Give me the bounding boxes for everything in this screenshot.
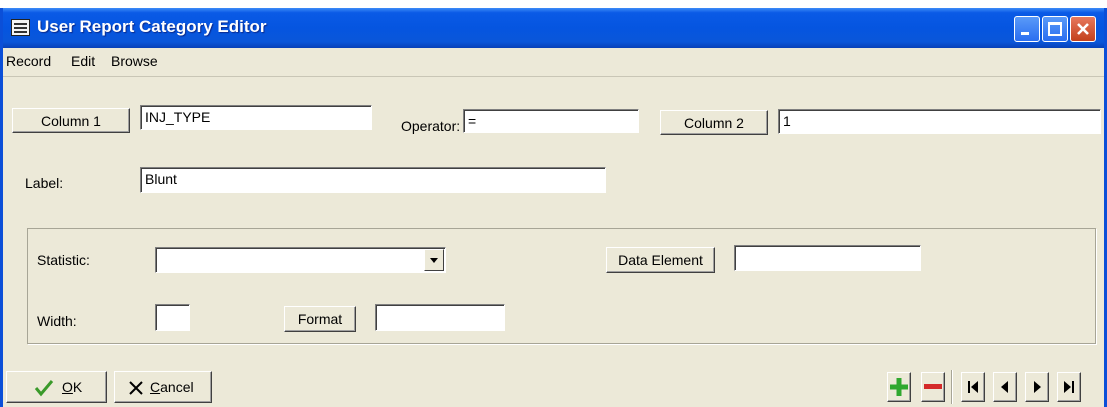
minimize-icon bbox=[1021, 32, 1029, 35]
format-field[interactable] bbox=[375, 304, 505, 331]
last-record-icon bbox=[1064, 381, 1074, 393]
operator-field[interactable]: = bbox=[463, 109, 639, 133]
minimize-button[interactable] bbox=[1014, 16, 1040, 42]
column1-button[interactable]: Column 1 bbox=[12, 108, 130, 133]
close-icon bbox=[1077, 23, 1089, 35]
cancel-mnemonic: C bbox=[150, 379, 161, 395]
title-bar[interactable]: User Report Category Editor bbox=[3, 8, 1104, 48]
data-element-button[interactable]: Data Element bbox=[606, 247, 715, 273]
ok-label: OK bbox=[62, 379, 82, 395]
previous-record-icon bbox=[1001, 381, 1008, 393]
column1-field[interactable]: INJ_TYPE bbox=[140, 105, 372, 130]
label-caption: Label: bbox=[25, 175, 64, 191]
cancel-label: Cancel bbox=[150, 379, 194, 395]
form-icon bbox=[11, 19, 30, 36]
next-record-button[interactable] bbox=[1025, 372, 1049, 402]
column1-button-label: Column 1 bbox=[41, 113, 101, 129]
ok-mnemonic: O bbox=[62, 379, 73, 395]
data-element-button-label: Data Element bbox=[618, 252, 703, 268]
ok-button[interactable]: OK bbox=[6, 371, 107, 403]
first-record-button[interactable] bbox=[961, 372, 985, 402]
first-record-icon bbox=[968, 381, 978, 393]
format-button-label: Format bbox=[297, 311, 343, 327]
statistic-label: Statistic: bbox=[37, 252, 90, 268]
format-button[interactable]: Format bbox=[284, 306, 356, 332]
delete-record-button[interactable] bbox=[921, 372, 945, 402]
chevron-down-icon[interactable] bbox=[424, 249, 444, 271]
data-element-field[interactable] bbox=[734, 245, 921, 271]
x-icon bbox=[129, 381, 143, 395]
menu-browse[interactable]: Browse bbox=[111, 53, 158, 69]
previous-record-button[interactable] bbox=[993, 372, 1017, 402]
next-record-icon bbox=[1034, 381, 1041, 393]
window-title: User Report Category Editor bbox=[37, 17, 267, 36]
ok-label-rest: K bbox=[72, 379, 83, 395]
cancel-label-rest: ancel bbox=[160, 379, 194, 395]
plus-icon bbox=[890, 378, 908, 396]
editor-window: User Report Category Editor Record Edit … bbox=[0, 8, 1107, 407]
checkmark-icon bbox=[34, 380, 54, 397]
minus-icon bbox=[924, 384, 942, 389]
statistic-dropdown[interactable] bbox=[155, 247, 446, 273]
operator-label: Operator: bbox=[401, 118, 461, 134]
column2-field[interactable]: 1 bbox=[778, 109, 1101, 134]
maximize-button[interactable] bbox=[1042, 16, 1068, 42]
cancel-button[interactable]: Cancel bbox=[114, 371, 212, 403]
width-field[interactable] bbox=[155, 304, 190, 331]
clipped-caption bbox=[0, 0, 1107, 8]
label-field[interactable]: Blunt bbox=[140, 167, 606, 193]
add-record-button[interactable] bbox=[887, 372, 911, 402]
close-button[interactable] bbox=[1070, 16, 1096, 42]
column2-button[interactable]: Column 2 bbox=[660, 110, 768, 135]
width-label: Width: bbox=[37, 313, 77, 329]
menu-edit[interactable]: Edit bbox=[71, 53, 95, 69]
menu-record[interactable]: Record bbox=[6, 53, 51, 69]
menu-bar: Record Edit Browse bbox=[3, 48, 1104, 77]
last-record-button[interactable] bbox=[1057, 372, 1081, 402]
maximize-icon bbox=[1048, 22, 1062, 36]
column2-button-label: Column 2 bbox=[684, 115, 744, 131]
toolbar-separator bbox=[951, 370, 953, 404]
